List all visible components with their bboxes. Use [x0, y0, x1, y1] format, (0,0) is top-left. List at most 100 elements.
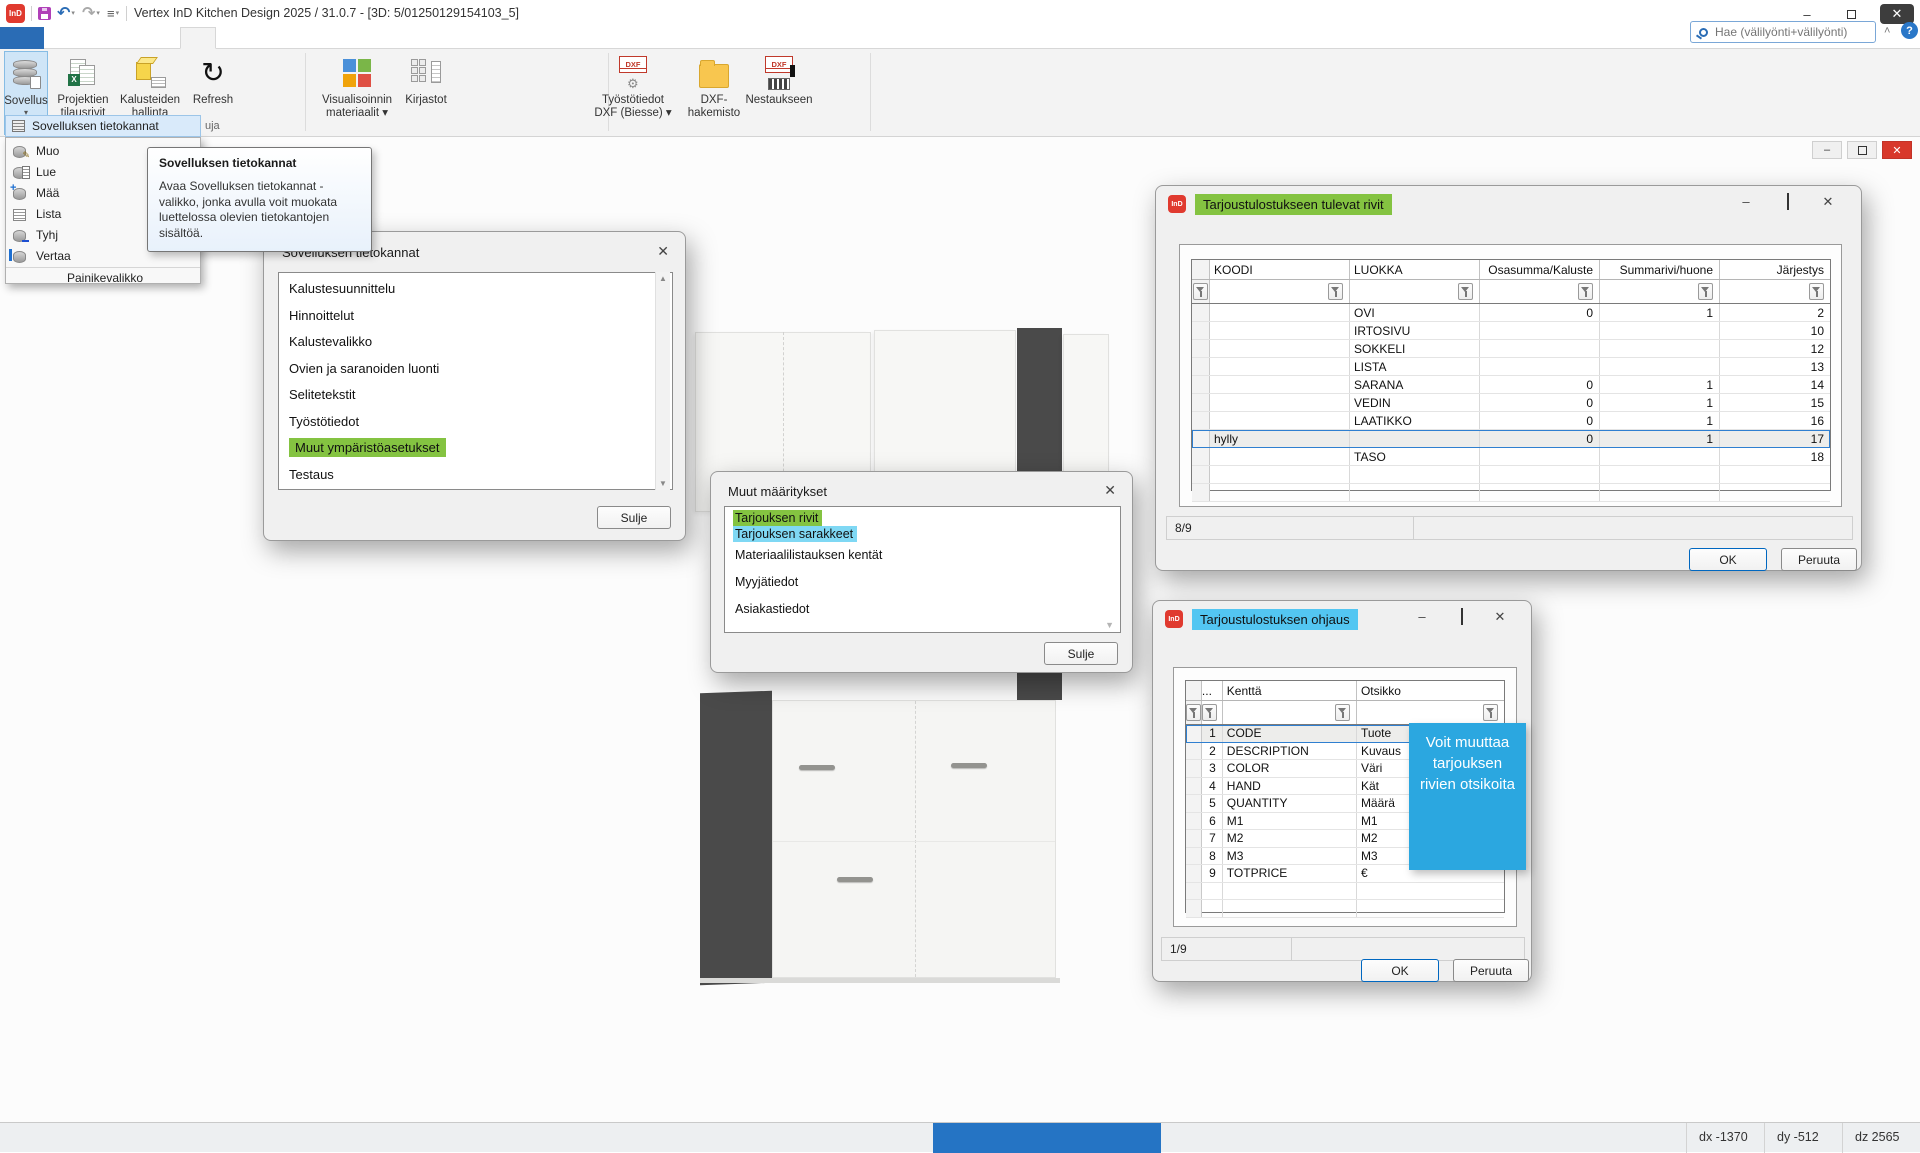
- ribbon-tab[interactable]: [112, 27, 146, 49]
- row-selector-cell[interactable]: [1186, 900, 1202, 917]
- cell-osasumma[interactable]: 0: [1480, 412, 1600, 429]
- header-dots[interactable]: ...: [1202, 681, 1223, 700]
- cell-luokka[interactable]: SARANA: [1350, 376, 1480, 393]
- cell-osasumma[interactable]: [1480, 448, 1600, 465]
- list-item[interactable]: Hinnoittelut: [279, 303, 672, 330]
- row-selector-cell[interactable]: [1192, 430, 1210, 447]
- cell-jarjestys[interactable]: 18: [1720, 448, 1830, 465]
- filter-icon[interactable]: [1335, 704, 1350, 721]
- projektien-tilausrivit-button[interactable]: X Projektien tilausrivit: [50, 51, 116, 120]
- search-input[interactable]: [1715, 25, 1865, 39]
- cell-kentta[interactable]: TOTPRICE: [1223, 865, 1357, 882]
- cell-osasumma[interactable]: 0: [1480, 376, 1600, 393]
- cell-summarivi[interactable]: 1: [1600, 394, 1720, 411]
- table-row[interactable]: [1192, 484, 1830, 502]
- row-selector-cell[interactable]: [1192, 376, 1210, 393]
- cell-kentta[interactable]: QUANTITY: [1223, 795, 1357, 812]
- list-item[interactable]: Kalustevalikko: [279, 329, 672, 356]
- header-kentta[interactable]: Kenttä: [1223, 681, 1357, 700]
- header-jarjestys[interactable]: Järjestys: [1720, 260, 1830, 279]
- ribbon-tab[interactable]: [180, 27, 216, 49]
- scroll-down-icon[interactable]: ▼: [1105, 620, 1114, 630]
- filter-icon[interactable]: [1809, 283, 1824, 300]
- kalusteiden-hallinta-button[interactable]: Kalusteiden hallinta: [117, 51, 183, 120]
- close-button[interactable]: ✕: [1880, 4, 1914, 24]
- cell-koodi[interactable]: hylly: [1210, 430, 1350, 447]
- cell-osasumma[interactable]: 0: [1480, 430, 1600, 447]
- cell-jarjestys[interactable]: 13: [1720, 358, 1830, 375]
- filter-icon[interactable]: [1193, 283, 1208, 300]
- list-item[interactable]: Materiaalilistauksen kentät: [733, 542, 1120, 569]
- close-icon[interactable]: ✕: [1104, 482, 1116, 499]
- table-row[interactable]: TASO 18: [1192, 448, 1830, 466]
- list-item[interactable]: Ovien ja saranoiden luonti: [279, 356, 672, 383]
- row-selector-cell[interactable]: [1186, 813, 1202, 830]
- cell-summarivi[interactable]: [1600, 322, 1720, 339]
- cell-jarjestys[interactable]: 10: [1720, 322, 1830, 339]
- cell-luokka[interactable]: TASO: [1350, 448, 1480, 465]
- cell-kentta[interactable]: COLOR: [1223, 760, 1357, 777]
- row-selector-cell[interactable]: [1192, 448, 1210, 465]
- ribbon-tab[interactable]: [44, 27, 78, 49]
- filter-icon[interactable]: [1328, 283, 1343, 300]
- search-box[interactable]: [1690, 21, 1876, 43]
- cell-osasumma[interactable]: [1480, 340, 1600, 357]
- cell-koodi[interactable]: [1210, 358, 1350, 375]
- cell-luokka[interactable]: IRTOSIVU: [1350, 322, 1480, 339]
- row-selector-cell[interactable]: [1192, 466, 1210, 483]
- cell-summarivi[interactable]: [1600, 484, 1720, 501]
- header-luokka[interactable]: LUOKKA: [1350, 260, 1480, 279]
- row-selector-cell[interactable]: [1192, 484, 1210, 501]
- row-selector-cell[interactable]: [1186, 760, 1202, 777]
- cell-kentta[interactable]: [1223, 883, 1357, 900]
- cell-jarjestys[interactable]: 2: [1720, 304, 1830, 321]
- cell-kentta[interactable]: HAND: [1223, 778, 1357, 795]
- redo-button[interactable]: ↷▾: [82, 3, 100, 23]
- header-summarivi[interactable]: Summarivi/huone: [1600, 260, 1720, 279]
- scroll-down-icon[interactable]: ▼: [659, 479, 667, 488]
- visualisoinnin-materiaalit-button[interactable]: Visualisoinnin materiaalit ▾: [316, 51, 398, 120]
- cell-osasumma[interactable]: 0: [1480, 304, 1600, 321]
- scroll-up-icon[interactable]: ▲: [659, 274, 667, 283]
- row-selector-cell[interactable]: [1186, 848, 1202, 865]
- cell-osasumma[interactable]: [1480, 466, 1600, 483]
- mdi-restore-button[interactable]: [1847, 141, 1877, 159]
- cell-jarjestys[interactable]: 14: [1720, 376, 1830, 393]
- dialog-close-button[interactable]: ✕: [1813, 194, 1843, 210]
- cell-luokka[interactable]: LISTA: [1350, 358, 1480, 375]
- list-item[interactable]: Tarjouksen sarakkeet: [733, 526, 1120, 542]
- cell-otsikko[interactable]: [1357, 883, 1504, 900]
- row-selector-cell[interactable]: [1186, 883, 1202, 900]
- sulje-button[interactable]: Sulje: [597, 506, 671, 529]
- list-item[interactable]: Muut ympäristöasetukset: [279, 435, 672, 462]
- cell-koodi[interactable]: [1210, 466, 1350, 483]
- ribbon-tab[interactable]: [0, 27, 44, 49]
- cell-summarivi[interactable]: [1600, 340, 1720, 357]
- filter-icon[interactable]: [1578, 283, 1593, 300]
- peruuta-button[interactable]: Peruuta: [1453, 959, 1529, 982]
- cell-koodi[interactable]: [1210, 340, 1350, 357]
- kirjastot-button[interactable]: Kirjastot: [400, 51, 452, 107]
- table-row[interactable]: LISTA 13: [1192, 358, 1830, 376]
- list-item[interactable]: Kalustesuunnittelu: [279, 276, 672, 303]
- table-row[interactable]: hylly 0 1 17: [1192, 430, 1830, 448]
- cell-luokka[interactable]: [1350, 466, 1480, 483]
- refresh-button[interactable]: ↻ Refresh: [185, 51, 241, 107]
- dialog-minimize-button[interactable]: –: [1407, 609, 1437, 624]
- header-koodi[interactable]: KOODI: [1210, 260, 1350, 279]
- list-item[interactable]: Myyjätiedot: [733, 569, 1120, 596]
- cell-luokka[interactable]: VEDIN: [1350, 394, 1480, 411]
- cell-koodi[interactable]: [1210, 322, 1350, 339]
- header-otsikko[interactable]: Otsikko: [1357, 681, 1504, 700]
- list-item[interactable]: Selitetekstit: [279, 382, 672, 409]
- table-row[interactable]: [1186, 900, 1504, 918]
- menu-item-sovelluksen-tietokannat[interactable]: Sovelluksen tietokannat: [5, 115, 201, 137]
- table-row[interactable]: VEDIN 0 1 15: [1192, 394, 1830, 412]
- row-selector-cell[interactable]: [1192, 340, 1210, 357]
- row-selector-cell[interactable]: [1192, 394, 1210, 411]
- cell-jarjestys[interactable]: 12: [1720, 340, 1830, 357]
- row-selector-cell[interactable]: [1186, 830, 1202, 847]
- cell-summarivi[interactable]: 1: [1600, 376, 1720, 393]
- table-row[interactable]: [1192, 466, 1830, 484]
- cell-kentta[interactable]: M2: [1223, 830, 1357, 847]
